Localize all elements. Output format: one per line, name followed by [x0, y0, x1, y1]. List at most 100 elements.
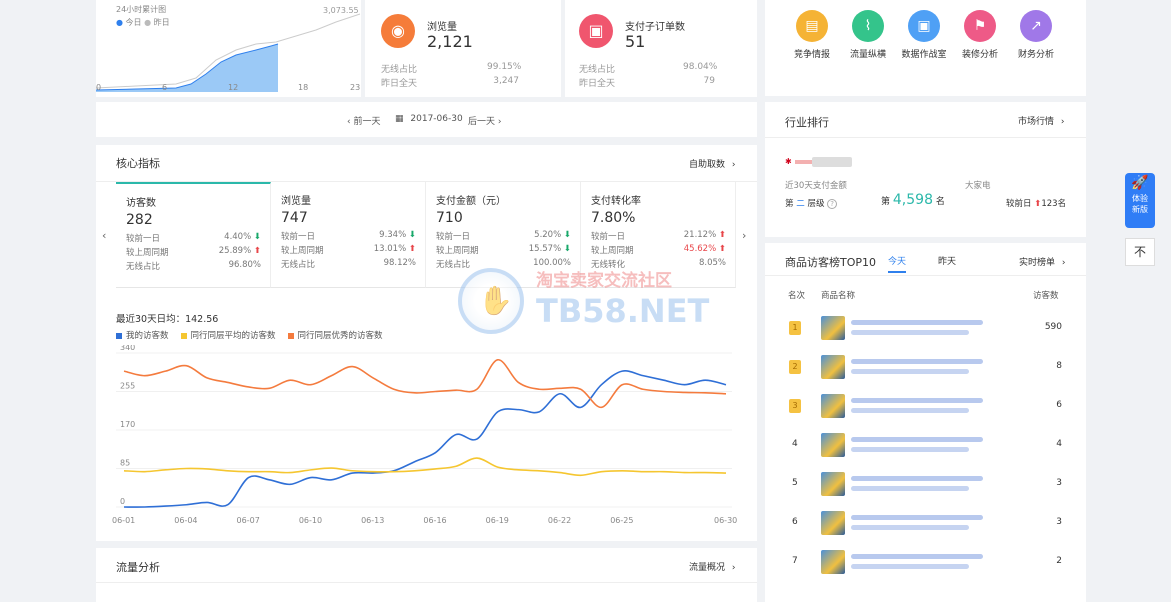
try-new-version-button[interactable]: 🚀 体验新版	[1125, 173, 1155, 228]
product-thumbnail[interactable]	[821, 433, 845, 457]
table-row[interactable]: 72	[765, 543, 1086, 581]
self-service-data-link[interactable]: 自助取数 ›	[689, 157, 736, 170]
product-name-blurred[interactable]	[851, 515, 983, 520]
chevron-right-icon: ›	[497, 117, 502, 127]
date-picker[interactable]: ▦ 2017-06-30	[395, 114, 463, 124]
app-data-warroom[interactable]: 数据作战室	[894, 47, 954, 60]
legend-item[interactable]: 我的访客数	[116, 331, 169, 341]
product-thumbnail[interactable]	[821, 550, 845, 574]
product-name-blurred[interactable]	[851, 398, 983, 403]
avg-30-days: 最近30天日均：142.56	[116, 314, 219, 325]
visitor-count: 6	[1056, 400, 1062, 410]
product-thumbnail[interactable]	[821, 472, 845, 496]
help-icon[interactable]: ?	[827, 199, 838, 209]
product-top10-panel: 商品访客榜TOP10 今天 昨天 实时榜单 › 名次 商品名称 访客数 1 590…	[765, 243, 1086, 602]
category-label: 大家电	[965, 181, 991, 191]
series-line	[123, 359, 727, 409]
metric-pageviews[interactable]: 浏览量 747 较前一日 9.34% ⬇ 较上周同期 13.01% ⬆ 无线占比 98…	[271, 182, 426, 288]
series-line	[123, 457, 727, 477]
market-trend-link[interactable]: 市场行情 ›	[1018, 114, 1065, 127]
arrow-up-icon: ⬆	[253, 246, 261, 256]
arrow-down-icon: ⬇	[563, 230, 571, 240]
visitor-count: 3	[1056, 517, 1062, 527]
arrow-down-icon: ⬇	[563, 244, 571, 254]
arrow-down-icon: ⬇	[408, 230, 416, 240]
rocket-icon: 🚀	[1131, 175, 1149, 191]
competition-intel-icon[interactable]: ▤	[796, 10, 828, 42]
product-name-blurred[interactable]	[851, 437, 983, 442]
rank-medal: 2	[789, 360, 801, 374]
product-name-blurred[interactable]	[851, 359, 983, 364]
chart-legend: 我的访客数 同行同层平均的访客数 同行同层优秀的访客数	[116, 329, 395, 341]
finance-analysis-icon[interactable]: ↗	[1020, 10, 1052, 42]
legend-item[interactable]: 同行同层平均的访客数	[180, 331, 276, 341]
metric-visitors[interactable]: 访客数 282 较前一日 4.40% ⬇ 较上周同期 25.89% ⬆ 无线占比 96…	[116, 182, 271, 288]
arrow-up-icon: ⬆	[718, 244, 726, 254]
y-tick-label: 0	[120, 497, 125, 506]
x-tick-label: 06-10	[299, 516, 322, 525]
product-name-blurred[interactable]	[851, 476, 983, 481]
rank-number: 5	[792, 478, 798, 488]
clipboard-icon: ▣	[579, 14, 613, 48]
app-competition-intel[interactable]: 竞争情报	[782, 47, 842, 60]
x-tick-label: 06-04	[174, 516, 197, 525]
data-warroom-icon[interactable]: ▣	[908, 10, 940, 42]
x-tick-label: 06-22	[548, 516, 571, 525]
app-finance-analysis[interactable]: 财务分析	[1006, 47, 1066, 60]
traffic-overview-icon[interactable]: ⌇	[852, 10, 884, 42]
metric-conversion-rate[interactable]: 支付转化率 7.80% 较前一日 21.12% ⬆ 较上周同期 45.62% ⬆ 无…	[581, 182, 736, 288]
back-to-top-button[interactable]: 不	[1125, 238, 1155, 266]
next-day-button[interactable]: 后一天 ›	[468, 114, 502, 127]
table-row[interactable]: 44	[765, 426, 1086, 464]
table-row[interactable]: 28	[765, 348, 1086, 386]
decoration-analysis-icon[interactable]: ⚑	[964, 10, 996, 42]
metric-payment-amount[interactable]: 支付金额（元） 710 较前一日 5.20% ⬇ 较上周同期 15.57% ⬇ 无线…	[426, 182, 581, 288]
pageview-card: ◉ 浏览量 2,121 无线占比 99.15% 昨日全天 3,247	[365, 0, 561, 97]
product-name-blurred[interactable]	[851, 320, 983, 325]
app-shortcuts-panel: ▤ 竞争情报 ⌇ 流量纵横 ▣ 数据作战室 ⚑ 装修分析 ↗ 财务分析	[765, 0, 1086, 96]
shop-name-blurred	[812, 157, 852, 167]
realtime-summary-panel: 24小时累计图 ● 今日 ● 昨日 3,073.55 0 6 12 18 23 …	[96, 0, 757, 97]
table-row[interactable]: 1 590	[765, 309, 1086, 347]
arrow-up-icon: ⬆	[408, 244, 416, 254]
prev-day-button[interactable]: ‹ 前一天	[347, 114, 381, 127]
rank-medal: 1	[789, 321, 801, 335]
visitor-count: 590	[1044, 322, 1062, 332]
product-thumbnail[interactable]	[821, 316, 845, 340]
traffic-overview-link[interactable]: 流量概况 ›	[689, 560, 736, 573]
x-tick-label: 06-01	[112, 516, 135, 525]
app-decoration-analysis[interactable]: 装修分析	[950, 47, 1010, 60]
x-tick-label: 06-30	[714, 516, 737, 525]
product-thumbnail[interactable]	[821, 355, 845, 379]
hourly-cumulative-chart: 24小时累计图 ● 今日 ● 昨日 3,073.55 0 6 12 18 23	[96, 0, 361, 97]
tab-yesterday[interactable]: 昨天	[938, 254, 956, 267]
traffic-title: 流量分析	[116, 561, 160, 574]
legend-item[interactable]: 同行同层优秀的访客数	[287, 331, 383, 341]
visitor-trend-chart: 340 255 170 85 0 06-01 06-04 06-07 06-10 06-13 06-…	[112, 345, 737, 525]
tab-today[interactable]: 今天	[888, 254, 907, 273]
product-thumbnail[interactable]	[821, 511, 845, 535]
table-row[interactable]: 63	[765, 504, 1086, 542]
visitor-count: 2	[1056, 556, 1062, 566]
core-metrics-panel: 核心指标 自助取数 › ‹ › 访客数 282 较前一日 4.40% ⬇ 较上周同…	[96, 145, 757, 541]
app-traffic-overview[interactable]: 流量纵横	[838, 47, 898, 60]
pageview-title: 浏览量	[427, 22, 457, 33]
y-tick-label: 170	[120, 420, 135, 429]
table-row[interactable]: 36	[765, 387, 1086, 425]
rank-number: 6	[792, 517, 798, 527]
y-tick-label: 255	[120, 382, 135, 391]
chevron-right-icon: ›	[1061, 258, 1066, 268]
metrics-prev-arrow[interactable]: ‹	[102, 229, 106, 242]
industry-rank-panel: 行业排行 市场行情 › ✱ 近30天支付金额 大家电 第 二 层级 ? 第 4,…	[765, 102, 1086, 237]
product-name-blurred[interactable]	[851, 554, 983, 559]
metrics-next-arrow[interactable]: ›	[742, 229, 746, 242]
rank-medal: 3	[789, 399, 801, 413]
arrow-up-icon: ⬆	[718, 230, 726, 240]
col-rank: 名次	[788, 291, 806, 301]
product-thumbnail[interactable]	[821, 394, 845, 418]
realtime-ranking-link[interactable]: 实时榜单 ›	[1019, 255, 1066, 268]
core-title: 核心指标	[116, 157, 160, 170]
table-row[interactable]: 53	[765, 465, 1086, 503]
chevron-right-icon: ›	[731, 160, 736, 170]
chevron-right-icon: ›	[731, 563, 736, 573]
